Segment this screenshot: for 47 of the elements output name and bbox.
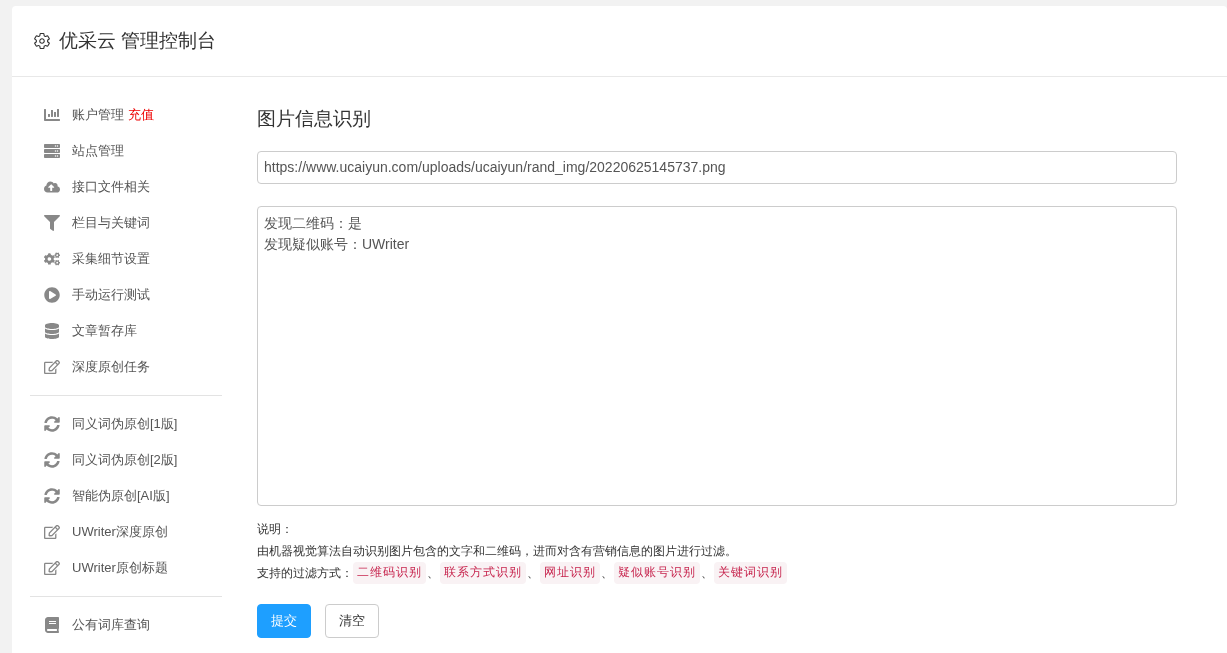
sidebar-link[interactable]: 采集细节设置 — [44, 249, 150, 269]
edit-icon — [44, 560, 60, 576]
console-title: 优采云 管理控制台 — [59, 28, 217, 53]
book-icon — [44, 617, 60, 633]
sidebar-link[interactable]: 接口文件相关 — [44, 177, 150, 197]
sidebar-link[interactable]: 栏目与关键词 — [44, 213, 150, 233]
filter-tag: 关键词识别 — [714, 561, 787, 584]
refresh-icon — [44, 416, 60, 432]
sidebar-link[interactable]: 同义词伪原创[1版] — [44, 414, 178, 434]
play-icon — [44, 287, 60, 303]
clear-button[interactable]: 清空 — [325, 603, 379, 638]
filter-tag: 疑似账号识别 — [614, 561, 700, 584]
sidebar-link[interactable]: 文章暂存库 — [44, 321, 137, 341]
separator: 、 — [427, 564, 439, 582]
filter-icon — [44, 215, 60, 231]
filter-tag: 联系方式识别 — [440, 561, 526, 584]
edit-icon — [44, 524, 60, 540]
filters-label: 支持的过滤方式： — [257, 564, 353, 582]
refresh-icon — [44, 452, 60, 468]
sidebar-link[interactable]: 账户管理 — [44, 105, 124, 125]
sidebar-link[interactable]: 公有词库查询 — [44, 615, 150, 635]
sidebar-link[interactable]: 智能伪原创[AI版] — [44, 486, 170, 506]
url-field[interactable]: https://www.ucaiyun.com/uploads/ucaiyun/rand_img/20220625145737.png — [257, 150, 1177, 184]
filter-tag: 网址识别 — [540, 561, 600, 584]
settings-icon — [33, 32, 51, 50]
sidebar-link[interactable]: 手动运行测试 — [44, 285, 150, 305]
sidebar-link[interactable]: UWriter原创标题 — [44, 558, 168, 578]
result-box[interactable]: 发现二维码：是 发现疑似账号：UWriter — [257, 205, 1177, 506]
refresh-icon — [44, 488, 60, 504]
gears-icon — [44, 251, 60, 267]
section-title: 图片信息识别 — [257, 107, 372, 131]
separator: 、 — [701, 564, 713, 582]
server-icon — [44, 143, 60, 159]
separator: 、 — [601, 564, 613, 582]
sidebar-link[interactable]: 站点管理 — [44, 141, 124, 161]
note-text: 由机器视觉算法自动识别图片包含的文字和二维码，进而对含有营销信息的图片进行过滤。 — [257, 542, 738, 560]
database-icon — [44, 323, 60, 339]
bar-chart-icon — [44, 107, 60, 123]
sidebar-link[interactable]: UWriter深度原创 — [44, 522, 168, 542]
sidebar-link[interactable]: 同义词伪原创[2版] — [44, 450, 178, 470]
separator: 、 — [527, 564, 539, 582]
sidebar-link[interactable]: 深度原创任务 — [44, 357, 150, 377]
note-label: 说明： — [257, 520, 294, 538]
edit-icon — [44, 359, 60, 375]
recharge-link[interactable]: 充值 — [128, 105, 154, 125]
cloud-upload-icon — [44, 179, 60, 195]
filter-tag: 二维码识别 — [353, 561, 426, 584]
